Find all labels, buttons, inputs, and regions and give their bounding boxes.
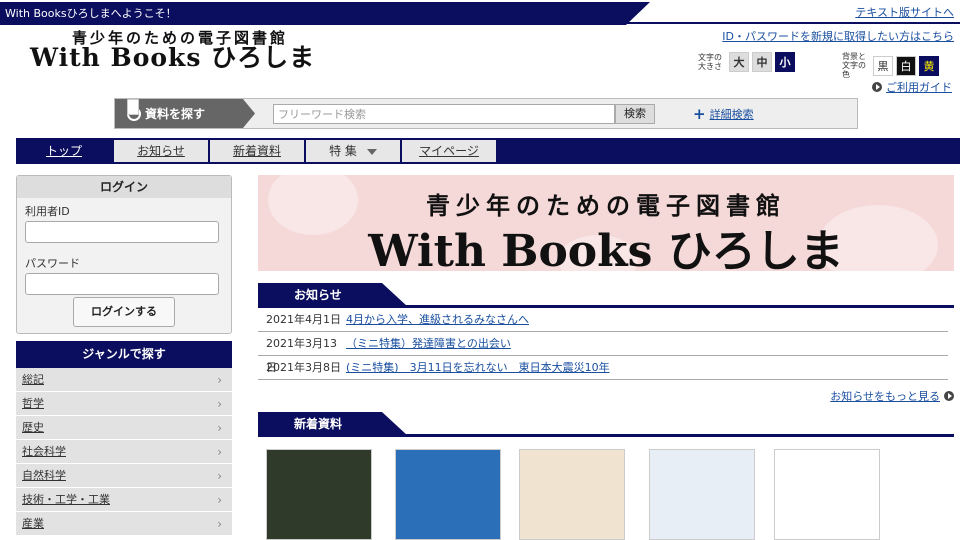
color-white-button[interactable]: 白: [896, 55, 916, 76]
chevron-right-icon: ›: [217, 373, 222, 387]
chevron-right-icon: ›: [217, 517, 222, 531]
login-title: ログイン: [17, 176, 231, 198]
genre-item-label[interactable]: 社会科学: [22, 445, 66, 458]
chevron-right-icon: ›: [217, 421, 222, 435]
news-date: 2021年4月1日: [266, 313, 341, 326]
news-title: お知らせ: [258, 283, 408, 307]
search-input[interactable]: [273, 104, 615, 124]
genre-item-label[interactable]: 歴史: [22, 421, 44, 434]
new-items-divider: [258, 434, 954, 437]
genre-item[interactable]: 技術・工学・工業 ›: [16, 488, 232, 512]
password-field[interactable]: [25, 273, 219, 295]
font-size-switcher: 文字の大きさ 大 中 小: [698, 52, 795, 72]
genre-menu: ジャンルで探す 総記 › 哲学 › 歴史 › 社会科学 › 自然科学 › 技術・工学・工業…: [16, 341, 232, 536]
welcome-message: With Booksひろしまへようこそ！: [0, 2, 650, 25]
book-cover[interactable]: [395, 449, 501, 540]
hero-banner: 青少年のための電子図書館 With Books ひろしま: [258, 175, 954, 271]
nav-new-items[interactable]: 新着資料: [210, 140, 304, 162]
news-list: 2021年4月1日 4月から入学、進級されるみなさんへ 2021年3月13日 （…: [258, 308, 948, 380]
book-cover[interactable]: [649, 449, 755, 540]
chevron-right-icon: ›: [217, 445, 222, 459]
book-cover[interactable]: [519, 449, 625, 540]
advanced-search-link[interactable]: 詳細検索: [710, 106, 754, 122]
font-size-label: 文字の大きさ: [698, 53, 722, 71]
search-bar: 資料を探す 検索 + 詳細検索: [114, 98, 858, 129]
nav-feature-label: 特 集: [329, 144, 357, 158]
color-switcher: 背景と文字の色 黒 白 黄: [842, 52, 939, 79]
new-items-title: 新着資料: [258, 412, 408, 436]
search-tab: 資料を探す: [115, 99, 255, 128]
login-panel: ログイン 利用者ID パスワード ログインする: [16, 175, 232, 334]
book-cover[interactable]: [774, 449, 880, 540]
login-button[interactable]: ログインする: [73, 297, 175, 327]
advanced-search[interactable]: + 詳細検索: [693, 106, 754, 122]
main-nav: トップ お知らせ 新着資料 特 集 マイページ: [16, 138, 960, 164]
news-date: 2021年3月8日: [266, 361, 341, 374]
genre-item[interactable]: 総記 ›: [16, 368, 232, 392]
chevron-down-icon: [366, 148, 377, 155]
genre-item-label[interactable]: 哲学: [22, 397, 44, 410]
chevron-right-icon: ›: [217, 469, 222, 483]
genre-item[interactable]: 社会科学 ›: [16, 440, 232, 464]
guide-link[interactable]: ご利用ガイド: [886, 79, 952, 95]
guide-link-wrap[interactable]: ご利用ガイド: [872, 79, 952, 95]
register-link[interactable]: ID・パスワードを新規に取得したい方はこちら: [722, 28, 954, 44]
genre-item-label[interactable]: 技術・工学・工業: [22, 493, 110, 506]
genre-item[interactable]: 歴史 ›: [16, 416, 232, 440]
font-size-large-button[interactable]: 大: [729, 52, 749, 72]
genre-item[interactable]: 産業 ›: [16, 512, 232, 536]
news-link[interactable]: 4月から入学、進級されるみなさんへ: [346, 308, 529, 331]
news-header: お知らせ: [258, 283, 954, 309]
new-items-header: 新着資料: [258, 412, 954, 438]
genre-item-label[interactable]: 総記: [22, 373, 44, 386]
nav-mypage[interactable]: マイページ: [402, 140, 496, 162]
color-yellow-button[interactable]: 黄: [919, 55, 939, 76]
password-label: パスワード: [25, 257, 80, 270]
arrow-circle-icon: [944, 391, 954, 401]
header-divider: [620, 22, 960, 24]
arrow-circle-icon: [872, 82, 882, 92]
banner-title: With Books ひろしま: [368, 226, 844, 271]
font-size-small-button[interactable]: 小: [775, 52, 795, 72]
color-label: 背景と文字の色: [842, 52, 866, 79]
book-cover[interactable]: [266, 449, 372, 540]
search-tab-label: 資料を探す: [145, 107, 206, 121]
news-more-link[interactable]: お知らせをもっと見る: [830, 388, 940, 404]
news-date: 2021年3月13日: [266, 337, 337, 374]
color-black-button[interactable]: 黒: [873, 55, 893, 76]
user-id-field[interactable]: [25, 221, 219, 243]
news-item: 2021年4月1日 4月から入学、進級されるみなさんへ: [258, 308, 948, 332]
top-strip: With Booksひろしまへようこそ！ テキスト版サイトへ: [0, 0, 960, 25]
news-item: 2021年3月13日 （ミニ特集）発達障害との出会い: [258, 332, 948, 374]
user-id-label: 利用者ID: [25, 205, 70, 218]
genre-item-label[interactable]: 産業: [22, 517, 44, 530]
nav-top[interactable]: トップ: [16, 140, 112, 162]
news-item: 2021年3月8日 (ミニ特集) 3月11日を忘れない 東日本大震災10年: [258, 356, 948, 380]
font-size-medium-button[interactable]: 中: [752, 52, 772, 72]
plus-icon: +: [693, 105, 706, 123]
news-link[interactable]: (ミニ特集) 3月11日を忘れない 東日本大震災10年: [346, 356, 610, 379]
search-button[interactable]: 検索: [615, 104, 655, 124]
site-logo[interactable]: With Books ひろしま: [30, 38, 315, 74]
nav-feature[interactable]: 特 集: [306, 140, 400, 162]
chevron-right-icon: ›: [217, 397, 222, 411]
text-site-link[interactable]: テキスト版サイトへ: [855, 4, 954, 20]
chevron-right-icon: ›: [217, 493, 222, 507]
book-icon: [127, 99, 139, 115]
news-more[interactable]: お知らせをもっと見る: [830, 388, 954, 404]
genre-item[interactable]: 哲学 ›: [16, 392, 232, 416]
genre-item[interactable]: 自然科学 ›: [16, 464, 232, 488]
genre-title: ジャンルで探す: [16, 341, 232, 368]
genre-item-label[interactable]: 自然科学: [22, 469, 66, 482]
news-link[interactable]: （ミニ特集）発達障害との出会い: [346, 332, 511, 355]
nav-news[interactable]: お知らせ: [114, 140, 208, 162]
